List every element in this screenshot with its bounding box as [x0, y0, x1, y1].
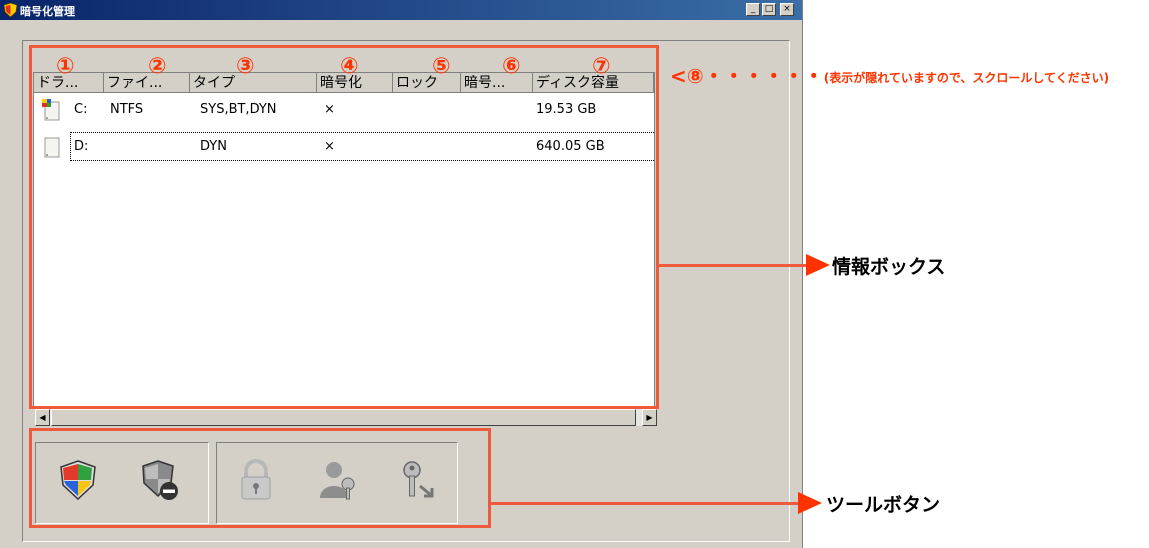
info-box-arrow-icon — [806, 254, 830, 276]
scroll-note-prefix: <⑧・・・・・・ — [670, 64, 824, 88]
info-box-highlight — [29, 45, 659, 409]
minimize-button[interactable]: _ — [746, 3, 760, 16]
app-shield-icon — [4, 3, 17, 17]
marker-1: ① — [56, 54, 75, 79]
marker-6: ⑥ — [502, 54, 521, 79]
close-button[interactable]: × — [780, 3, 794, 16]
marker-3: ③ — [236, 54, 255, 79]
info-box-callout-line — [659, 264, 809, 267]
toolbar-arrow-icon — [798, 492, 822, 514]
scroll-left-button[interactable]: ◀ — [35, 409, 50, 426]
scroll-right-button[interactable]: ▶ — [642, 409, 657, 426]
scroll-note: <⑧・・・・・・(表示が隠れていますので、スクロールしてください) — [670, 60, 1109, 89]
info-box-label: 情報ボックス — [832, 256, 946, 278]
marker-2: ② — [148, 54, 167, 79]
marker-4: ④ — [340, 54, 359, 79]
maximize-button[interactable]: □ — [762, 3, 776, 16]
scroll-note-text: (表示が隠れていますので、スクロールしてください) — [823, 71, 1110, 85]
scroll-thumb[interactable] — [51, 409, 636, 426]
title-bar: 暗号化管理 _ □ × — [0, 0, 802, 20]
toolbar-highlight — [29, 428, 491, 528]
horizontal-scrollbar[interactable]: ◀ ▶ — [35, 409, 657, 426]
toolbar-callout-line — [491, 502, 801, 505]
marker-7: ⑦ — [592, 54, 611, 79]
tool-button-label: ツールボタン — [826, 494, 941, 516]
window-title: 暗号化管理 — [20, 5, 75, 18]
marker-5: ⑤ — [432, 54, 451, 79]
